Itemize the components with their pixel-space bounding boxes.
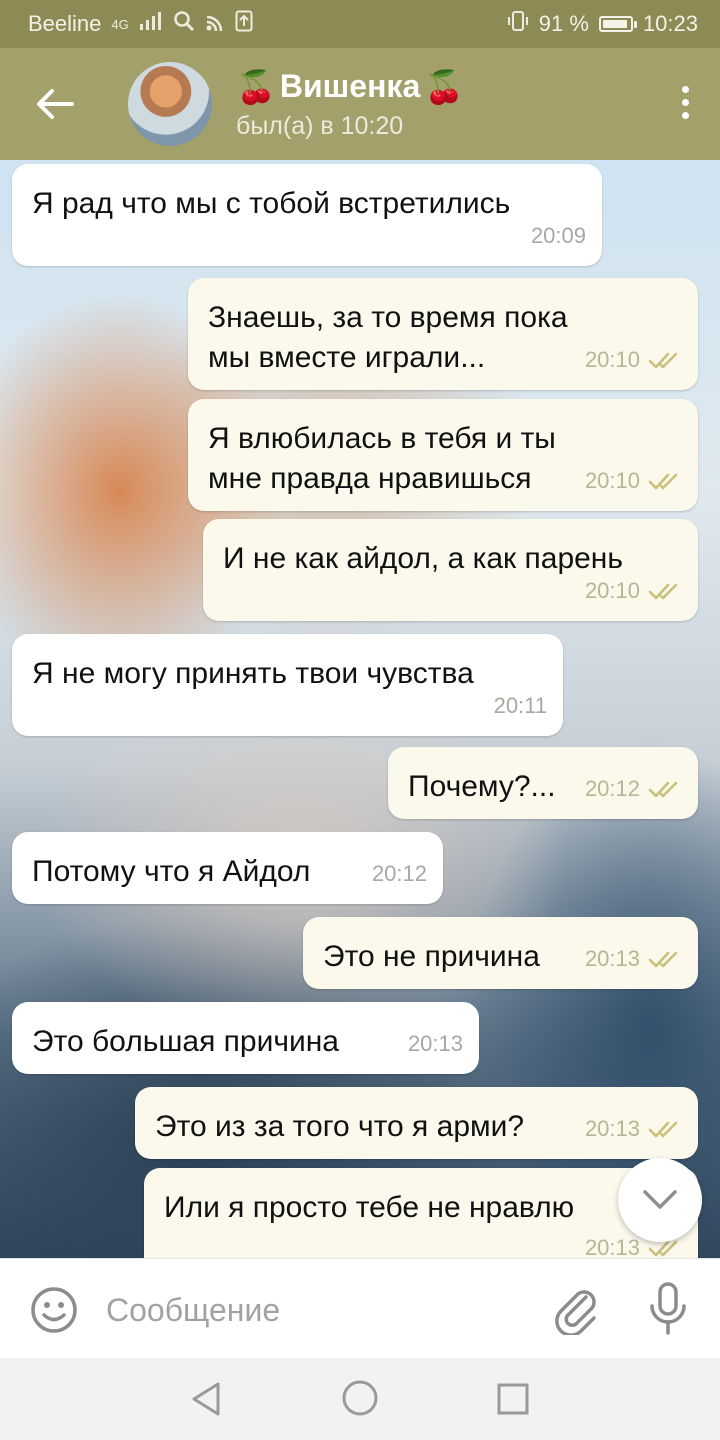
message-text: Или я просто тебе не нравлю — [164, 1191, 575, 1224]
nav-back-button[interactable] — [188, 1380, 224, 1423]
message-time: 20:13 — [584, 946, 640, 971]
message-time: 20:13 — [584, 1116, 640, 1141]
message-text: Знаешь, за то время пока мы вместе играл… — [208, 301, 568, 374]
outgoing-message[interactable]: Знаешь, за то время пока мы вместе играл… — [188, 278, 698, 390]
cherry-emoji-icon: 🍒 — [424, 68, 465, 105]
status-bar: Beeline 4G 91 % 10:23 — [0, 0, 720, 48]
message-time: 20:13 — [584, 1235, 640, 1258]
signal-icon — [139, 11, 163, 37]
outgoing-message[interactable]: Я влюбилась в тебя и ты мне правда нрави… — [188, 399, 698, 511]
battery-percent: 91 % — [538, 11, 589, 36]
message-text: Я влюбилась в тебя и ты мне правда нрави… — [208, 422, 556, 495]
message-text: Я рад что мы с тобой встретились — [32, 187, 511, 220]
double-check-icon — [648, 781, 678, 798]
message-time: 20:10 — [584, 468, 640, 493]
incoming-message[interactable]: Это большая причина 20:13 — [12, 1002, 479, 1074]
message-meta: 20:10 — [585, 571, 682, 611]
message-time: 20:10 — [584, 578, 640, 603]
message-text: Это из за того что я арми? — [155, 1110, 525, 1143]
double-check-icon — [648, 1121, 678, 1138]
chat-header: 🍒 Вишенка 🍒 был(а) в 10:20 — [0, 48, 720, 160]
contact-name-label: Вишенка — [279, 68, 421, 104]
vibrate-icon — [507, 10, 529, 38]
message-time: 20:13 — [407, 1031, 463, 1056]
message-time: 20:12 — [371, 861, 427, 886]
system-nav-bar — [0, 1358, 720, 1440]
more-vertical-icon — [681, 86, 689, 93]
message-time: 20:11 — [493, 693, 547, 718]
message-meta: 20:11 — [494, 686, 547, 726]
back-button[interactable] — [0, 48, 110, 160]
avatar[interactable] — [128, 62, 212, 146]
message-text: Потому что я Айдол — [32, 855, 311, 888]
message-meta: 20:10 — [585, 340, 682, 380]
carrier-label: Beeline — [28, 11, 102, 36]
arrow-left-icon — [37, 89, 74, 119]
contact-name: 🍒 Вишенка 🍒 — [236, 68, 464, 106]
incoming-message[interactable]: Я рад что мы с тобой встретились 20:09 — [12, 164, 602, 266]
incoming-message[interactable]: Я не могу принять твои чувства 20:11 — [12, 634, 563, 736]
message-meta: 20:13 — [408, 1024, 463, 1064]
battery-icon — [598, 16, 637, 32]
double-check-icon — [648, 352, 678, 369]
microphone-icon — [650, 1282, 686, 1335]
smiley-icon — [31, 1287, 77, 1333]
double-check-icon — [648, 951, 678, 968]
scroll-down-button[interactable] — [618, 1158, 702, 1242]
more-menu-button[interactable] — [678, 86, 692, 126]
cherry-emoji-icon: 🍒 — [236, 68, 276, 105]
last-seen-status: был(а) в 10:20 — [236, 111, 404, 140]
outgoing-message[interactable]: И не как айдол, а как парень 20:10 — [203, 519, 698, 621]
message-meta: 20:13 — [585, 939, 682, 979]
message-time: 20:09 — [530, 223, 586, 248]
message-meta: 20:10 — [585, 461, 682, 501]
outgoing-message[interactable]: Или я просто тебе не нравлю 20:13 — [144, 1168, 698, 1258]
triangle-back-icon — [192, 1382, 220, 1416]
message-text: Почему?... — [408, 770, 556, 803]
emoji-button[interactable] — [30, 1286, 78, 1339]
outgoing-message[interactable]: Это из за того что я арми? 20:13 — [135, 1087, 698, 1159]
outgoing-message[interactable]: Почему?... 20:12 — [388, 747, 698, 819]
message-text: Это большая причина — [32, 1025, 339, 1058]
nav-recents-button[interactable] — [496, 1382, 530, 1421]
network-label: 4G — [111, 16, 129, 32]
paperclip-icon — [555, 1290, 596, 1337]
nav-home-button[interactable] — [340, 1378, 380, 1423]
message-time: 20:12 — [584, 776, 640, 801]
voice-record-button[interactable] — [648, 1281, 688, 1342]
square-recents-icon — [497, 1383, 529, 1415]
message-list[interactable]: Я рад что мы с тобой встретились 20:09 Зна… — [0, 160, 720, 1258]
message-text: Это не причина — [323, 940, 540, 973]
message-text: Я не могу принять твои чувства — [32, 657, 474, 690]
circle-home-icon — [342, 1380, 378, 1416]
contact-info[interactable]: 🍒 Вишенка 🍒 был(а) в 10:20 — [236, 68, 464, 141]
wifi-icon — [205, 11, 225, 37]
upload-icon — [235, 10, 253, 38]
attach-button[interactable] — [552, 1283, 600, 1340]
chevron-down-icon — [643, 1190, 677, 1209]
message-meta: 20:09 — [531, 216, 586, 256]
double-check-icon — [648, 583, 678, 600]
message-input[interactable] — [104, 1281, 528, 1339]
message-time: 20:10 — [584, 347, 640, 372]
incoming-message[interactable]: Потому что я Айдол 20:12 — [12, 832, 443, 904]
message-meta: 20:12 — [372, 854, 427, 894]
clock: 10:23 — [642, 11, 698, 36]
search-icon — [173, 10, 195, 38]
outgoing-message[interactable]: Это не причина 20:13 — [303, 917, 698, 989]
message-composer — [0, 1258, 720, 1358]
message-text: И не как айдол, а как парень — [223, 542, 624, 575]
double-check-icon — [648, 473, 678, 490]
message-meta: 20:13 — [585, 1109, 682, 1149]
message-meta: 20:12 — [585, 769, 682, 809]
